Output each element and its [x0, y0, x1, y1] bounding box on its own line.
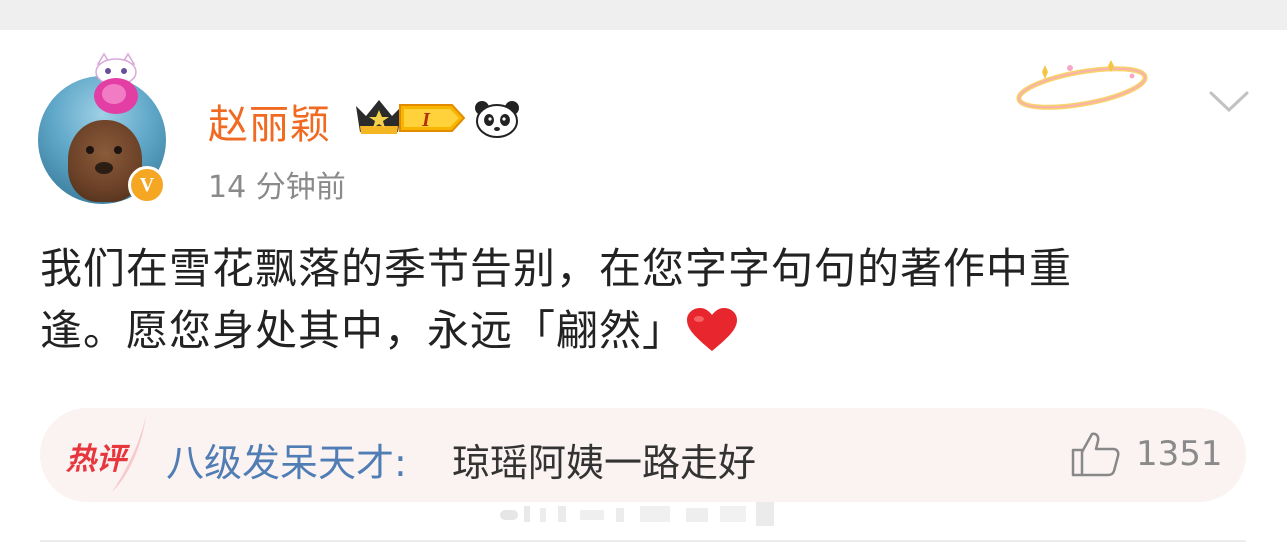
avatar-eye-left [86, 146, 94, 154]
decoration-halo-icon [1016, 60, 1148, 110]
thumbs-up-icon[interactable] [1070, 430, 1120, 478]
loading-shimmer [500, 502, 774, 526]
comment-user-name[interactable]: 八级发呆天才: [166, 432, 407, 487]
avatar-nose [95, 162, 113, 174]
red-heart-icon [687, 308, 738, 351]
post-text-line-1: 我们在雪花飘落的季节告别，在您字字句句的著作中重 [40, 244, 1073, 293]
hot-comment-bar[interactable]: 热评 八级发呆天才: 琼瑶阿姨一路走好 1351 [40, 408, 1246, 502]
author-name[interactable]: 赵丽颖 [208, 92, 331, 150]
like-count: 1351 [1136, 434, 1223, 474]
comment-text: 琼瑶阿姨一路走好 [452, 441, 757, 485]
verified-badge-icon: V [128, 166, 166, 204]
level-badge-icon[interactable]: I [398, 101, 466, 135]
avatar-eye-right [114, 146, 122, 154]
divider [40, 540, 1246, 542]
post-text-line-2-text: 逢。愿您身处其中，永远「翩然」 [40, 306, 686, 355]
level-badge-text: I [421, 109, 431, 131]
post-text-line-2: 逢。愿您身处其中，永远「翩然」 [40, 300, 1240, 362]
panda-icon [475, 101, 519, 138]
avatar-pendant-icon [94, 52, 138, 114]
chevron-down-icon[interactable] [1208, 88, 1250, 116]
post-time: 14 分钟前 [208, 170, 346, 205]
top-bar [0, 0, 1287, 30]
hot-comment-tag: 热评 [66, 442, 126, 477]
avatar[interactable]: V [38, 52, 170, 206]
post-text: 我们在雪花飘落的季节告别，在您字字句句的著作中重 逢。愿您身处其中，永远「翩然」 [40, 238, 1240, 362]
